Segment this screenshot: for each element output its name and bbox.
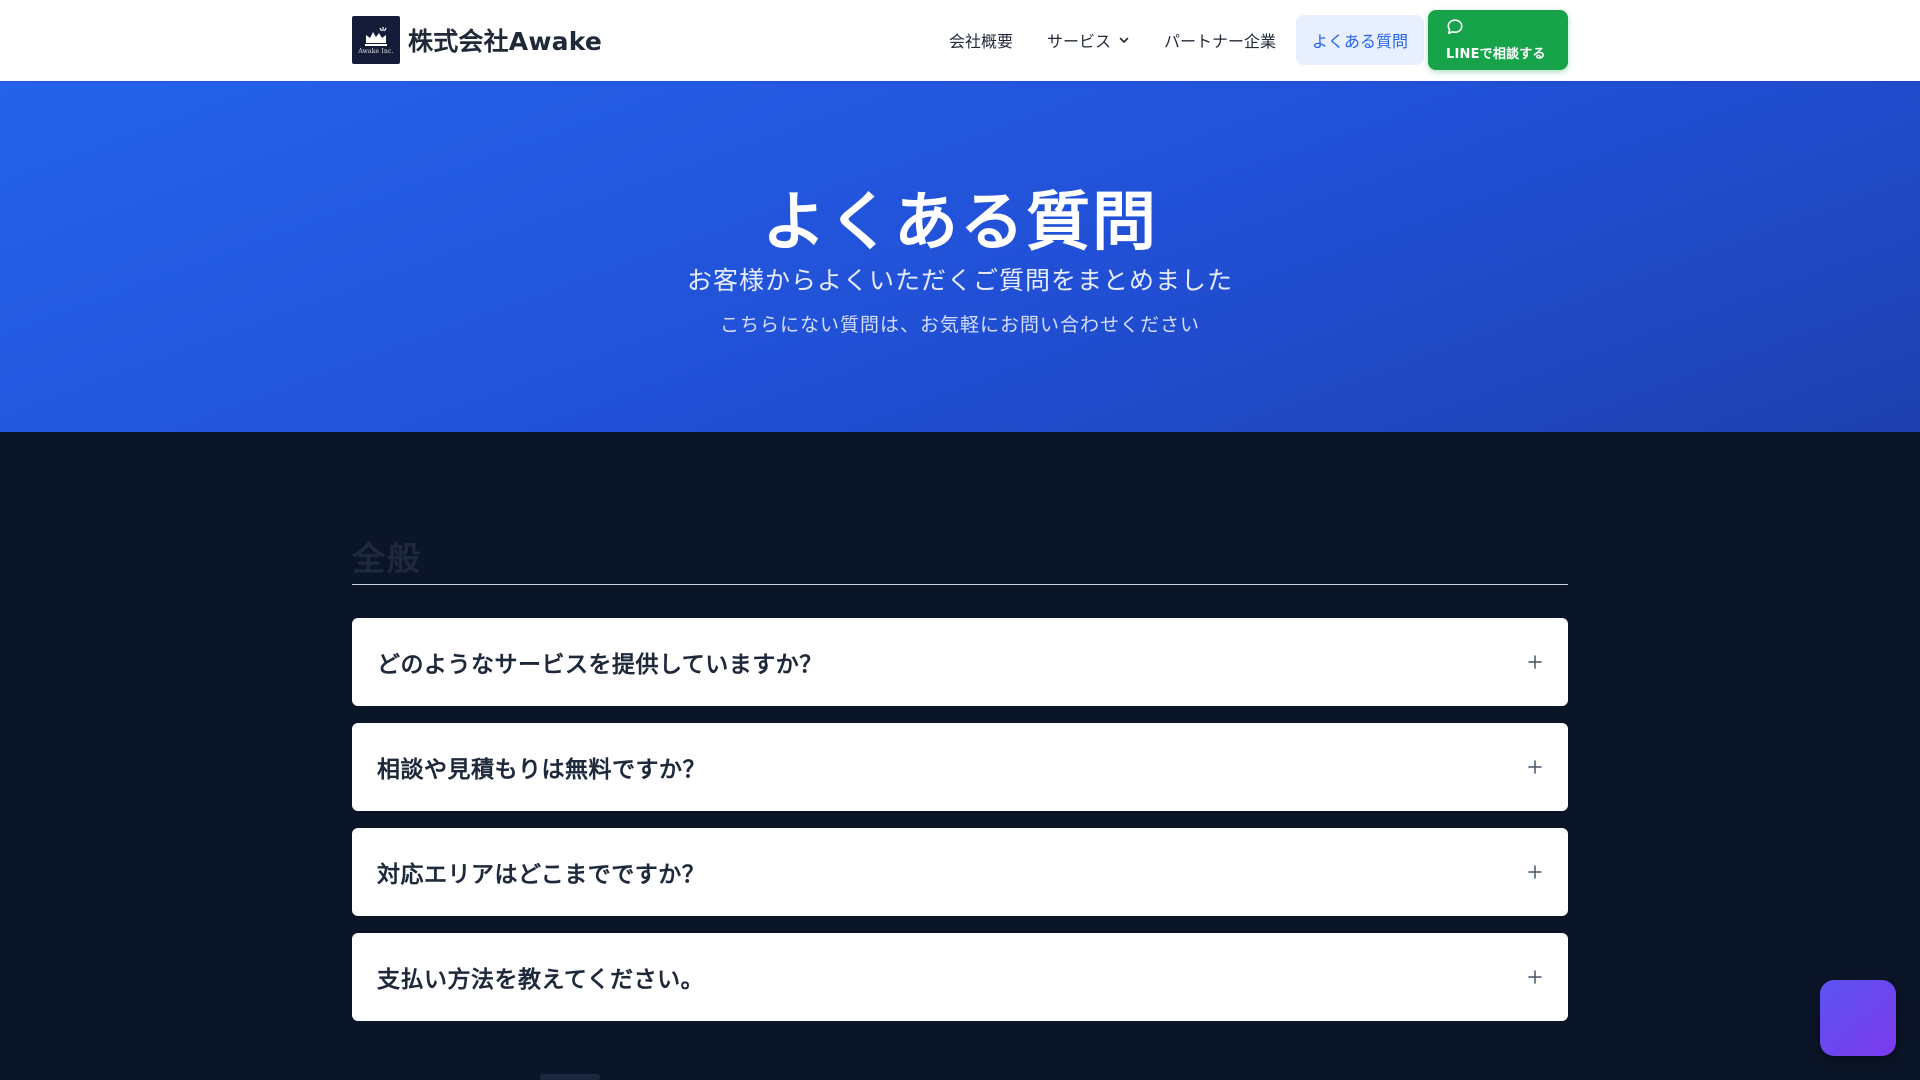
nav-services-label: サービス [1046, 32, 1111, 51]
nav-partners[interactable]: パートナー企業 [1147, 15, 1293, 65]
chevron-down-icon [1118, 34, 1130, 46]
page-title: よくある質問 [762, 186, 1158, 260]
site-header: Awake Inc. 株式会社Awake 会社概要 サービス パートナー企業 よ… [0, 0, 1920, 81]
faq-item[interactable]: 対応エリアはどこまでですか？ [352, 828, 1568, 916]
faq-main: 全般 どのようなサービスを提供していますか？ 相談や見積もりは無料ですか？ 対応… [0, 432, 1920, 1080]
plus-icon[interactable] [1524, 861, 1546, 883]
nav-services[interactable]: サービス [1030, 15, 1147, 65]
category-divider [352, 584, 1568, 585]
company-logo[interactable]: Awake Inc. [352, 16, 400, 64]
faq-question: 相談や見積もりは無料ですか？ [377, 757, 706, 783]
faq-item[interactable]: 相談や見積もりは無料ですか？ [352, 723, 1568, 811]
line-button-label: LINEで相談する [1446, 47, 1546, 62]
faq-list: どのようなサービスを提供していますか？ 相談や見積もりは無料ですか？ 対応エリア… [352, 618, 1568, 1038]
brand[interactable]: Awake Inc. 株式会社Awake [352, 16, 602, 64]
chat-bubble-icon [1446, 18, 1464, 40]
plus-icon[interactable] [1524, 651, 1546, 673]
brand-name[interactable]: 株式会社Awake [408, 22, 602, 58]
hero-section: よくある質問 お客様からよくいただくご質問をまとめました こちらにない質問は、お… [0, 81, 1920, 432]
nav-company[interactable]: 会社概要 [932, 15, 1030, 65]
nav-faq[interactable]: よくある質問 [1295, 15, 1424, 65]
chat-widget-button[interactable] [1820, 980, 1896, 1056]
faq-question: 対応エリアはどこまでですか？ [377, 862, 706, 888]
hero-subtitle: お客様からよくいただくご質問をまとめました [686, 266, 1233, 295]
hero-note: こちらにない質問は、お気軽にお問い合わせください [719, 314, 1200, 336]
faq-item[interactable]: どのようなサービスを提供していますか？ [352, 618, 1568, 706]
faq-question: 支払い方法を教えてください。 [377, 967, 705, 993]
plus-icon[interactable] [1524, 756, 1546, 778]
logo-emblem-icon [365, 27, 387, 46]
faq-question: どのようなサービスを提供していますか？ [377, 652, 823, 678]
next-section-peek [540, 1074, 600, 1080]
main-nav: 会社概要 サービス パートナー企業 よくある質問 LINEで相談する [932, 10, 1568, 70]
faq-item[interactable]: 支払い方法を教えてください。 [352, 933, 1568, 1021]
plus-icon[interactable] [1524, 966, 1546, 988]
faq-category-title: 全般 [352, 539, 422, 578]
logo-text: Awake Inc. [358, 48, 394, 55]
line-consult-button[interactable]: LINEで相談する [1428, 10, 1568, 70]
